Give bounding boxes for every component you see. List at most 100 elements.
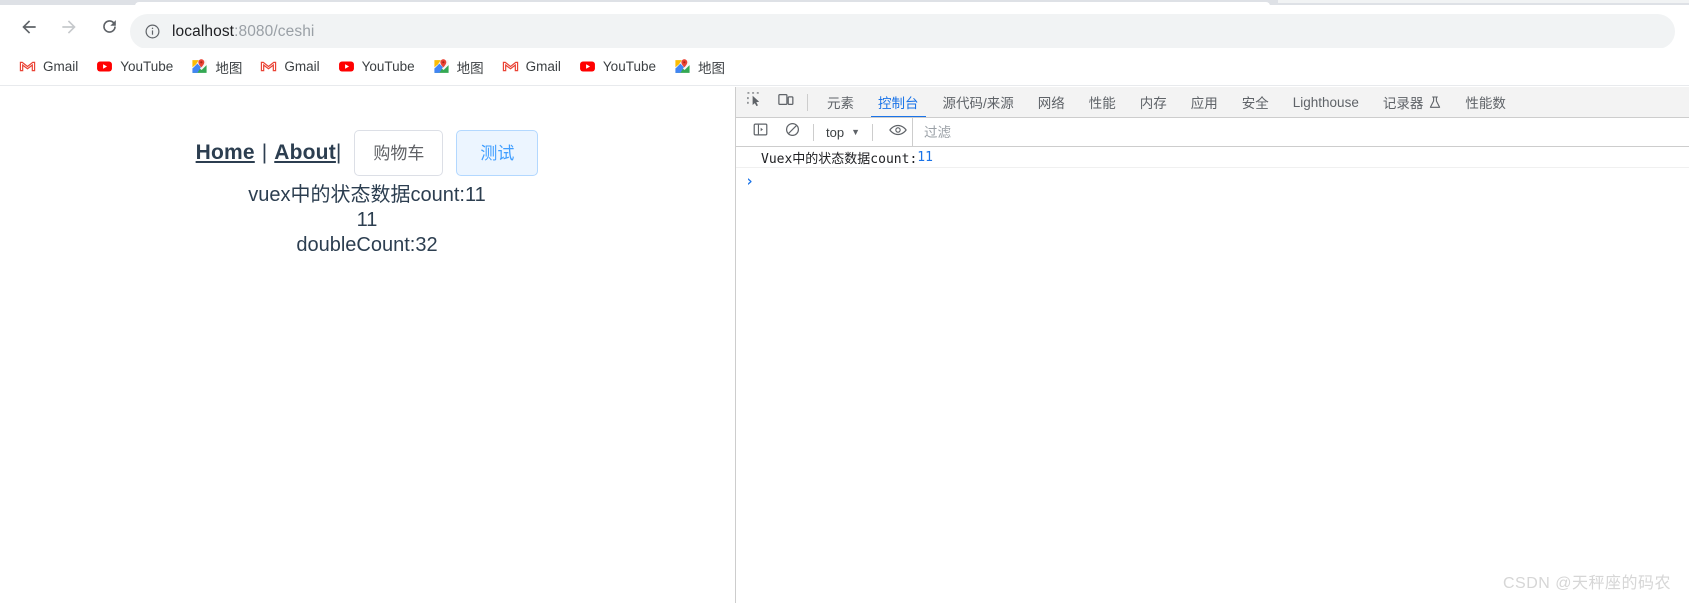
address-bar[interactable]: localhost:8080/ceshi xyxy=(130,14,1675,49)
tab-label: 性能数 xyxy=(1465,96,1506,111)
tab-console[interactable]: 控制台 xyxy=(866,87,931,117)
console-sidebar-icon xyxy=(753,122,768,142)
nav-trailing-separator: | xyxy=(335,141,342,164)
flask-icon xyxy=(1429,95,1441,109)
cart-button[interactable]: 购物车 xyxy=(354,130,444,176)
tab-label: 元素 xyxy=(827,96,854,111)
bookmark-youtube-2[interactable]: YouTube xyxy=(329,54,424,80)
console-sidebar-button[interactable] xyxy=(746,119,774,145)
chevron-down-icon: ▼ xyxy=(851,127,860,137)
state-line-value: 11 xyxy=(356,209,378,231)
tab-label: 控制台 xyxy=(878,96,919,111)
bookmark-label: YouTube xyxy=(361,59,415,74)
tab-strip-right-area xyxy=(1278,0,1689,3)
tab-application[interactable]: 应用 xyxy=(1179,87,1230,117)
page-viewport: Home | About | 购物车 测试 vuex中的状态数据count:11… xyxy=(0,87,734,603)
device-toolbar-icon xyxy=(778,92,794,112)
tab-label: 应用 xyxy=(1190,96,1218,111)
back-arrow-icon xyxy=(19,17,39,37)
console-message-value: 11 xyxy=(917,149,933,165)
state-line-count: vuex中的状态数据count:11 xyxy=(248,184,486,206)
bookmark-youtube-3[interactable]: YouTube xyxy=(570,54,665,80)
google-maps-icon xyxy=(433,58,450,75)
tab-label: 源代码/来源 xyxy=(942,96,1014,111)
bookmark-maps-3[interactable]: 地图 xyxy=(665,54,734,80)
bookmark-label: 地图 xyxy=(697,60,725,76)
reload-icon xyxy=(100,17,119,36)
device-toolbar-button[interactable] xyxy=(772,89,800,115)
context-label: top xyxy=(826,124,845,140)
clear-console-button[interactable] xyxy=(778,119,806,145)
gmail-icon xyxy=(19,58,36,75)
console-filter-input[interactable] xyxy=(924,124,1689,140)
browser-toolbar: localhost:8080/ceshi xyxy=(0,5,1689,49)
javascript-context-select[interactable]: top ▼ xyxy=(821,122,865,143)
devtools-panel: 元素 控制台 源代码/来源 网络 性能 内存 应用 安全 Lighthouse … xyxy=(735,87,1689,603)
bookmark-label: YouTube xyxy=(120,59,174,74)
tab-label: 安全 xyxy=(1241,96,1269,111)
tab-label: 性能 xyxy=(1088,96,1116,111)
tab-performance-insights[interactable]: 性能数 xyxy=(1453,87,1518,117)
bookmarks-bar: Gmail YouTube 地图 Gmail YouTube 地图 Gmail xyxy=(0,48,1689,86)
google-maps-icon xyxy=(674,58,691,75)
bookmark-label: 地图 xyxy=(456,60,484,76)
tab-network[interactable]: 网络 xyxy=(1026,87,1077,117)
bookmark-maps-1[interactable]: 地图 xyxy=(182,54,251,80)
youtube-icon xyxy=(96,58,113,75)
url-host: localhost xyxy=(172,22,235,40)
tab-performance[interactable]: 性能 xyxy=(1077,87,1128,117)
console-message-text: Vuex中的状态数据count: xyxy=(761,151,918,167)
state-line-double-count: doubleCount:32 xyxy=(296,234,438,256)
bookmark-label: 地图 xyxy=(215,60,243,76)
tab-label: 内存 xyxy=(1139,96,1167,111)
youtube-icon xyxy=(338,58,355,75)
browser-window: localhost:8080/ceshi Gmail YouTube 地图 Gm… xyxy=(0,0,1689,603)
inspect-element-button[interactable] xyxy=(740,89,768,115)
devtools-tabbar: 元素 控制台 源代码/来源 网络 性能 内存 应用 安全 Lighthouse … xyxy=(736,87,1689,118)
watermark: CSDN @天秤座的码农 xyxy=(1502,575,1671,592)
bookmark-label: YouTube xyxy=(602,59,656,74)
console-prompt[interactable]: › xyxy=(736,168,1689,194)
tab-label: 记录器 xyxy=(1382,96,1424,111)
inspect-element-icon xyxy=(746,92,762,112)
console-output[interactable]: Vuex中的状态数据count: 11 › xyxy=(736,147,1689,603)
reload-button[interactable] xyxy=(92,10,126,44)
site-info-icon[interactable] xyxy=(144,23,161,40)
tab-memory[interactable]: 内存 xyxy=(1128,87,1179,117)
console-toolbar-divider-1 xyxy=(813,123,814,141)
bookmark-label: Gmail xyxy=(43,59,79,74)
back-button[interactable] xyxy=(12,10,46,44)
tab-lighthouse[interactable]: Lighthouse xyxy=(1281,87,1371,117)
gmail-icon xyxy=(260,58,277,75)
tab-elements[interactable]: 元素 xyxy=(815,87,866,117)
console-toolbar-divider-2 xyxy=(872,123,873,141)
tabbar-divider xyxy=(807,93,808,111)
test-button[interactable]: 测试 xyxy=(456,130,539,176)
chevron-right-icon: › xyxy=(745,172,755,190)
nav-link-home[interactable]: Home xyxy=(196,141,255,165)
forward-button[interactable] xyxy=(52,10,86,44)
clear-console-icon xyxy=(785,122,800,142)
console-filter[interactable] xyxy=(912,117,1689,147)
tab-security[interactable]: 安全 xyxy=(1230,87,1281,117)
gmail-icon xyxy=(502,58,519,75)
tab-sources[interactable]: 源代码/来源 xyxy=(931,87,1026,117)
live-expression-button[interactable] xyxy=(884,119,912,145)
nav-link-about[interactable]: About xyxy=(274,141,336,165)
nav-separator: | xyxy=(261,141,268,164)
bookmark-gmail-2[interactable]: Gmail xyxy=(251,54,328,80)
bookmark-youtube-1[interactable]: YouTube xyxy=(87,54,182,80)
address-bar-url: localhost:8080/ceshi xyxy=(172,23,314,41)
bookmark-maps-2[interactable]: 地图 xyxy=(424,54,493,80)
console-message[interactable]: Vuex中的状态数据count: 11 xyxy=(736,147,1689,168)
bookmark-gmail-1[interactable]: Gmail xyxy=(10,54,87,80)
bookmark-gmail-3[interactable]: Gmail xyxy=(493,54,570,80)
bookmark-label: Gmail xyxy=(284,59,320,74)
google-maps-icon xyxy=(191,58,208,75)
tab-label: 网络 xyxy=(1037,96,1065,111)
tab-recorder[interactable]: 记录器 xyxy=(1371,87,1454,117)
console-toolbar: top ▼ xyxy=(736,117,1689,147)
app-state-output: vuex中的状态数据count:11 11 doubleCount:32 xyxy=(0,183,734,258)
forward-arrow-icon xyxy=(59,17,79,37)
tab-label: Lighthouse xyxy=(1292,94,1359,110)
